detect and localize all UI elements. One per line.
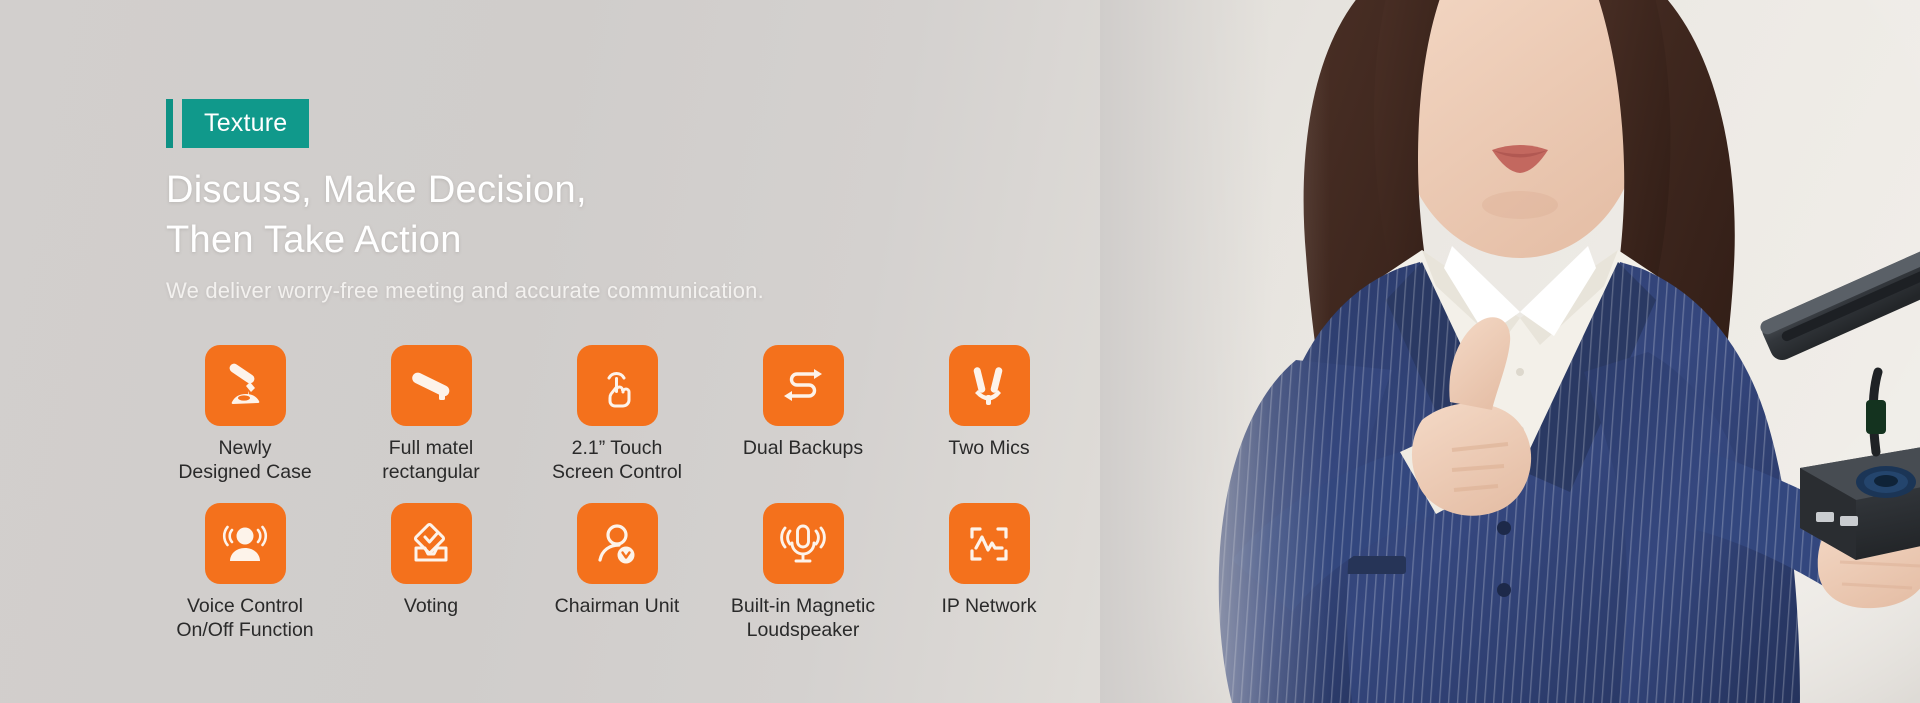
feature-label: Two Mics: [948, 437, 1030, 459]
metal-bar-icon: [390, 345, 472, 426]
dual-backup-arrows-icon: [762, 345, 844, 426]
voice-control-person-icon: [204, 503, 286, 584]
two-mics-icon: [948, 345, 1030, 426]
feature-ip-network[interactable]: IP Network: [896, 503, 1082, 619]
eyebrow-label: Texture: [182, 99, 310, 148]
photo-illustration: [1100, 0, 1920, 703]
feature-label: Voting: [403, 595, 459, 617]
magnetic-loudspeaker-mic-icon: [762, 503, 844, 584]
eyebrow-accent-bar: [166, 99, 173, 148]
chairman-person-badge-icon: [576, 503, 658, 584]
feature-voting[interactable]: Voting: [338, 503, 524, 619]
feature-two-mics[interactable]: Two Mics: [896, 345, 1082, 461]
feature-label: Full matel rectangular: [382, 437, 480, 483]
feature-newly-designed-case[interactable]: Newly Designed Case: [152, 345, 338, 484]
page-title: Discuss, Make Decision, Then Take Action: [166, 165, 587, 265]
voting-ballot-icon: [390, 503, 472, 584]
touch-hand-icon: [576, 345, 658, 426]
feature-label: Built-in Magnetic Loudspeaker: [730, 595, 876, 641]
headline-line-2: Then Take Action: [166, 219, 462, 261]
feature-label: Dual Backups: [742, 437, 864, 459]
feature-label: Voice Control On/Off Function: [176, 595, 314, 641]
headline-line-1: Discuss, Make Decision,: [166, 169, 587, 211]
feature-magnetic-loudspeaker[interactable]: Built-in Magnetic Loudspeaker: [710, 503, 896, 642]
conference-microphone-icon: [204, 345, 286, 426]
product-photo: [1100, 0, 1920, 703]
feature-dual-backups[interactable]: Dual Backups: [710, 345, 896, 461]
feature-full-metal-rectangular[interactable]: Full matel rectangular: [338, 345, 524, 484]
feature-label: 2.1” Touch Screen Control: [551, 437, 683, 483]
feature-chairman-unit[interactable]: Chairman Unit: [524, 503, 710, 619]
feature-voice-control[interactable]: Voice Control On/Off Function: [152, 503, 338, 642]
feature-label: Newly Designed Case: [178, 437, 312, 483]
ip-network-waveform-icon: [948, 503, 1030, 584]
eyebrow-badge: Texture: [166, 99, 310, 148]
feature-grid: Newly Designed Case Full matel rectangul…: [152, 345, 1082, 642]
feature-label: IP Network: [941, 595, 1037, 617]
feature-label: Chairman Unit: [554, 595, 680, 617]
feature-row-1: Newly Designed Case Full matel rectangul…: [152, 345, 1082, 484]
feature-row-2: Voice Control On/Off Function Voting Cha…: [152, 503, 1082, 642]
banner-content: Texture Discuss, Make Decision, Then Tak…: [0, 0, 1120, 703]
promo-banner: Texture Discuss, Make Decision, Then Tak…: [0, 0, 1920, 703]
subheadline: We deliver worry-free meeting and accura…: [166, 278, 764, 303]
feature-touch-screen-control[interactable]: 2.1” Touch Screen Control: [524, 345, 710, 484]
